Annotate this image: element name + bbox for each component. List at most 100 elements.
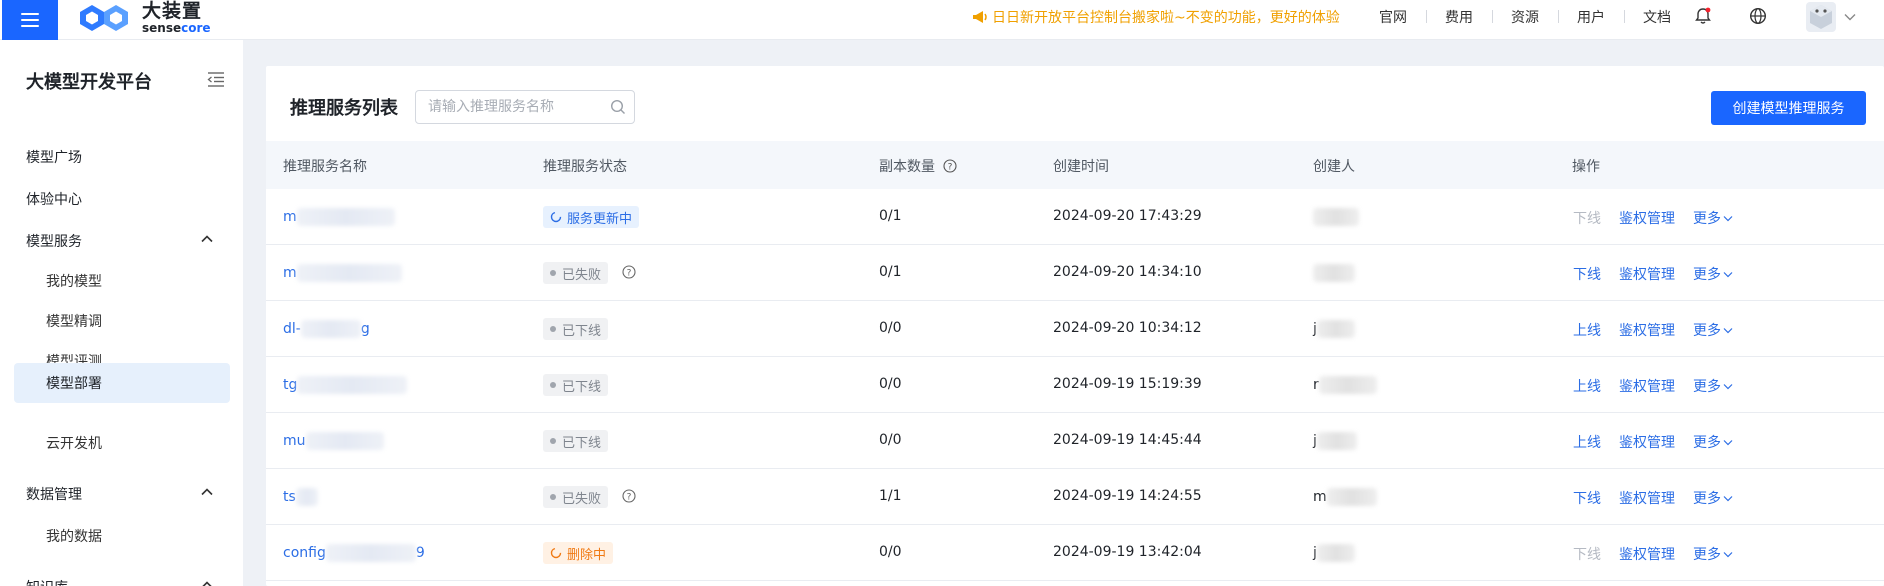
table-header: 推理服务名称 推理服务状态 副本数量 ? 创建时间 创建人 操作 [266, 141, 1884, 189]
link-resources[interactable]: 资源 [1492, 7, 1558, 27]
toggle-online-button[interactable]: 下线 [1573, 264, 1601, 284]
status-badge: 已下线 [543, 374, 609, 396]
help-icon[interactable]: ? [943, 159, 957, 173]
toggle-online-button[interactable]: 下线 [1573, 208, 1601, 228]
service-name-link[interactable]: m [283, 208, 395, 226]
sidebar-item-knowledge-base[interactable]: 知识库 [0, 568, 243, 586]
auth-management-link[interactable]: 鉴权管理 [1619, 320, 1675, 340]
toggle-online-button[interactable]: 下线 [1573, 544, 1601, 564]
more-dropdown[interactable]: 更多 [1693, 432, 1733, 452]
more-dropdown[interactable]: 更多 [1693, 488, 1733, 508]
sidebar-item-cloud-dev[interactable]: 云开发机 [0, 424, 243, 462]
more-dropdown[interactable]: 更多 [1693, 376, 1733, 396]
sidebar-item-my-models[interactable]: 我的模型 [0, 262, 243, 300]
sidebar-item-model-service[interactable]: 模型服务 [0, 222, 243, 260]
create-inference-service-button[interactable]: 创建模型推理服务 [1711, 91, 1866, 125]
column-header-status: 推理服务状态 [543, 159, 627, 175]
search-input[interactable] [428, 91, 608, 123]
status-cell: 删除中 [543, 542, 614, 566]
service-name-link[interactable]: tg [283, 376, 408, 394]
sidebar-item-experience-center[interactable]: 体验中心 [0, 180, 243, 218]
created-time: 2024-09-19 15:19:39 [1053, 376, 1202, 392]
more-dropdown[interactable]: 更多 [1693, 544, 1733, 564]
search-box [415, 90, 635, 124]
toggle-online-button[interactable]: 下线 [1573, 488, 1601, 508]
status-cell: 服务更新中 [543, 206, 640, 230]
auth-management-link[interactable]: 鉴权管理 [1619, 432, 1675, 452]
sidebar-item-label: 我的模型 [46, 274, 102, 290]
toggle-online-button[interactable]: 上线 [1573, 320, 1601, 340]
status-badge: 删除中 [543, 542, 614, 564]
sidebar-item-label: 模型精调 [46, 314, 102, 330]
status-badge: 已失败 [543, 486, 609, 508]
sidebar-item-deployment[interactable]: 模型部署 [14, 363, 230, 403]
replica-count: 0/0 [879, 432, 902, 448]
chevron-down-icon [1723, 327, 1733, 333]
created-time: 2024-09-19 13:42:04 [1053, 544, 1202, 560]
bell-icon[interactable] [1693, 6, 1713, 26]
status-cell: 已失败 ? [543, 486, 637, 510]
link-official-site[interactable]: 官网 [1360, 7, 1426, 27]
sidebar-title: 大模型开发平台 [26, 72, 152, 93]
sidebar-item-data-management[interactable]: 数据管理 [0, 475, 243, 513]
service-name-link[interactable]: mu [283, 432, 384, 450]
auth-management-link[interactable]: 鉴权管理 [1619, 488, 1675, 508]
toggle-online-button[interactable]: 上线 [1573, 432, 1601, 452]
logo-title: 大装置 [142, 0, 203, 22]
service-name-link[interactable]: dl-g [283, 320, 370, 338]
globe-icon[interactable] [1748, 6, 1768, 26]
auth-management-link[interactable]: 鉴权管理 [1619, 376, 1675, 396]
sidebar-item-fine-tuning[interactable]: 模型精调 [0, 302, 243, 340]
top-links: 官网 费用 资源 用户 文档 [1360, 7, 1690, 27]
status-badge: 服务更新中 [543, 206, 640, 228]
more-dropdown[interactable]: 更多 [1693, 264, 1733, 284]
announcement[interactable]: 日日新开放平台控制台搬家啦~不变的功能，更好的体验 [972, 7, 1340, 27]
column-header-actions: 操作 [1572, 159, 1600, 175]
chevron-down-icon [1723, 215, 1733, 221]
table-row: ts 已失败 ? 1/1 2024-09-19 14:24:55 m 下线 鉴权… [266, 469, 1884, 525]
more-dropdown[interactable]: 更多 [1693, 320, 1733, 340]
sidebar-item-model-square[interactable]: 模型广场 [0, 138, 243, 176]
creator: r [1313, 376, 1377, 394]
service-name-link[interactable]: config 9 [283, 544, 425, 562]
status-cell: 已下线 [543, 374, 609, 398]
table-row: dl-g 已下线 0/0 2024-09-20 10:34:12 j 上线 鉴权… [266, 301, 1884, 357]
sidebar-item-my-data[interactable]: 我的数据 [0, 517, 243, 555]
created-time: 2024-09-20 14:34:10 [1053, 264, 1202, 280]
svg-text:?: ? [627, 493, 632, 503]
status-cell: 已下线 [543, 430, 609, 454]
chevron-down-icon [1723, 271, 1733, 277]
replica-count: 0/0 [879, 544, 902, 560]
creator [1313, 264, 1355, 282]
auth-management-link[interactable]: 鉴权管理 [1619, 264, 1675, 284]
more-dropdown[interactable]: 更多 [1693, 208, 1733, 228]
menu-button[interactable] [2, 0, 58, 40]
sidebar-item-label: 知识库 [26, 577, 68, 586]
user-menu[interactable] [1806, 0, 1862, 34]
chevron-down-icon [1723, 383, 1733, 389]
logo[interactable]: 大装置 sensecore [76, 0, 211, 36]
toggle-online-button[interactable]: 上线 [1573, 376, 1601, 396]
created-time: 2024-09-20 10:34:12 [1053, 320, 1202, 336]
collapse-sidebar-icon[interactable] [206, 70, 226, 88]
service-name-link[interactable]: ts [283, 488, 318, 506]
sidebar-item-label: 体验中心 [26, 192, 82, 208]
creator: m [1313, 488, 1377, 506]
link-docs[interactable]: 文档 [1624, 7, 1690, 27]
loading-icon [550, 211, 562, 223]
column-header-creator: 创建人 [1313, 159, 1355, 175]
table-row: mu 已下线 0/0 2024-09-19 14:45:44 j 上线 鉴权管理… [266, 413, 1884, 469]
search-icon[interactable] [610, 99, 626, 115]
link-users[interactable]: 用户 [1558, 7, 1624, 27]
table-row: config 9 删除中 0/0 2024-09-19 13:42:04 j 下线… [266, 525, 1884, 581]
service-name-link[interactable]: m [283, 264, 402, 282]
link-billing[interactable]: 费用 [1426, 7, 1492, 27]
table-row: tg 已下线 0/0 2024-09-19 15:19:39 r 上线 鉴权管理… [266, 357, 1884, 413]
logo-mark-icon [80, 5, 128, 31]
help-icon[interactable]: ? [622, 265, 637, 279]
auth-management-link[interactable]: 鉴权管理 [1619, 208, 1675, 228]
row-actions: 上线 鉴权管理 更多 [1573, 376, 1733, 396]
help-icon[interactable]: ? [622, 489, 637, 503]
creator: j [1313, 544, 1355, 562]
auth-management-link[interactable]: 鉴权管理 [1619, 544, 1675, 564]
